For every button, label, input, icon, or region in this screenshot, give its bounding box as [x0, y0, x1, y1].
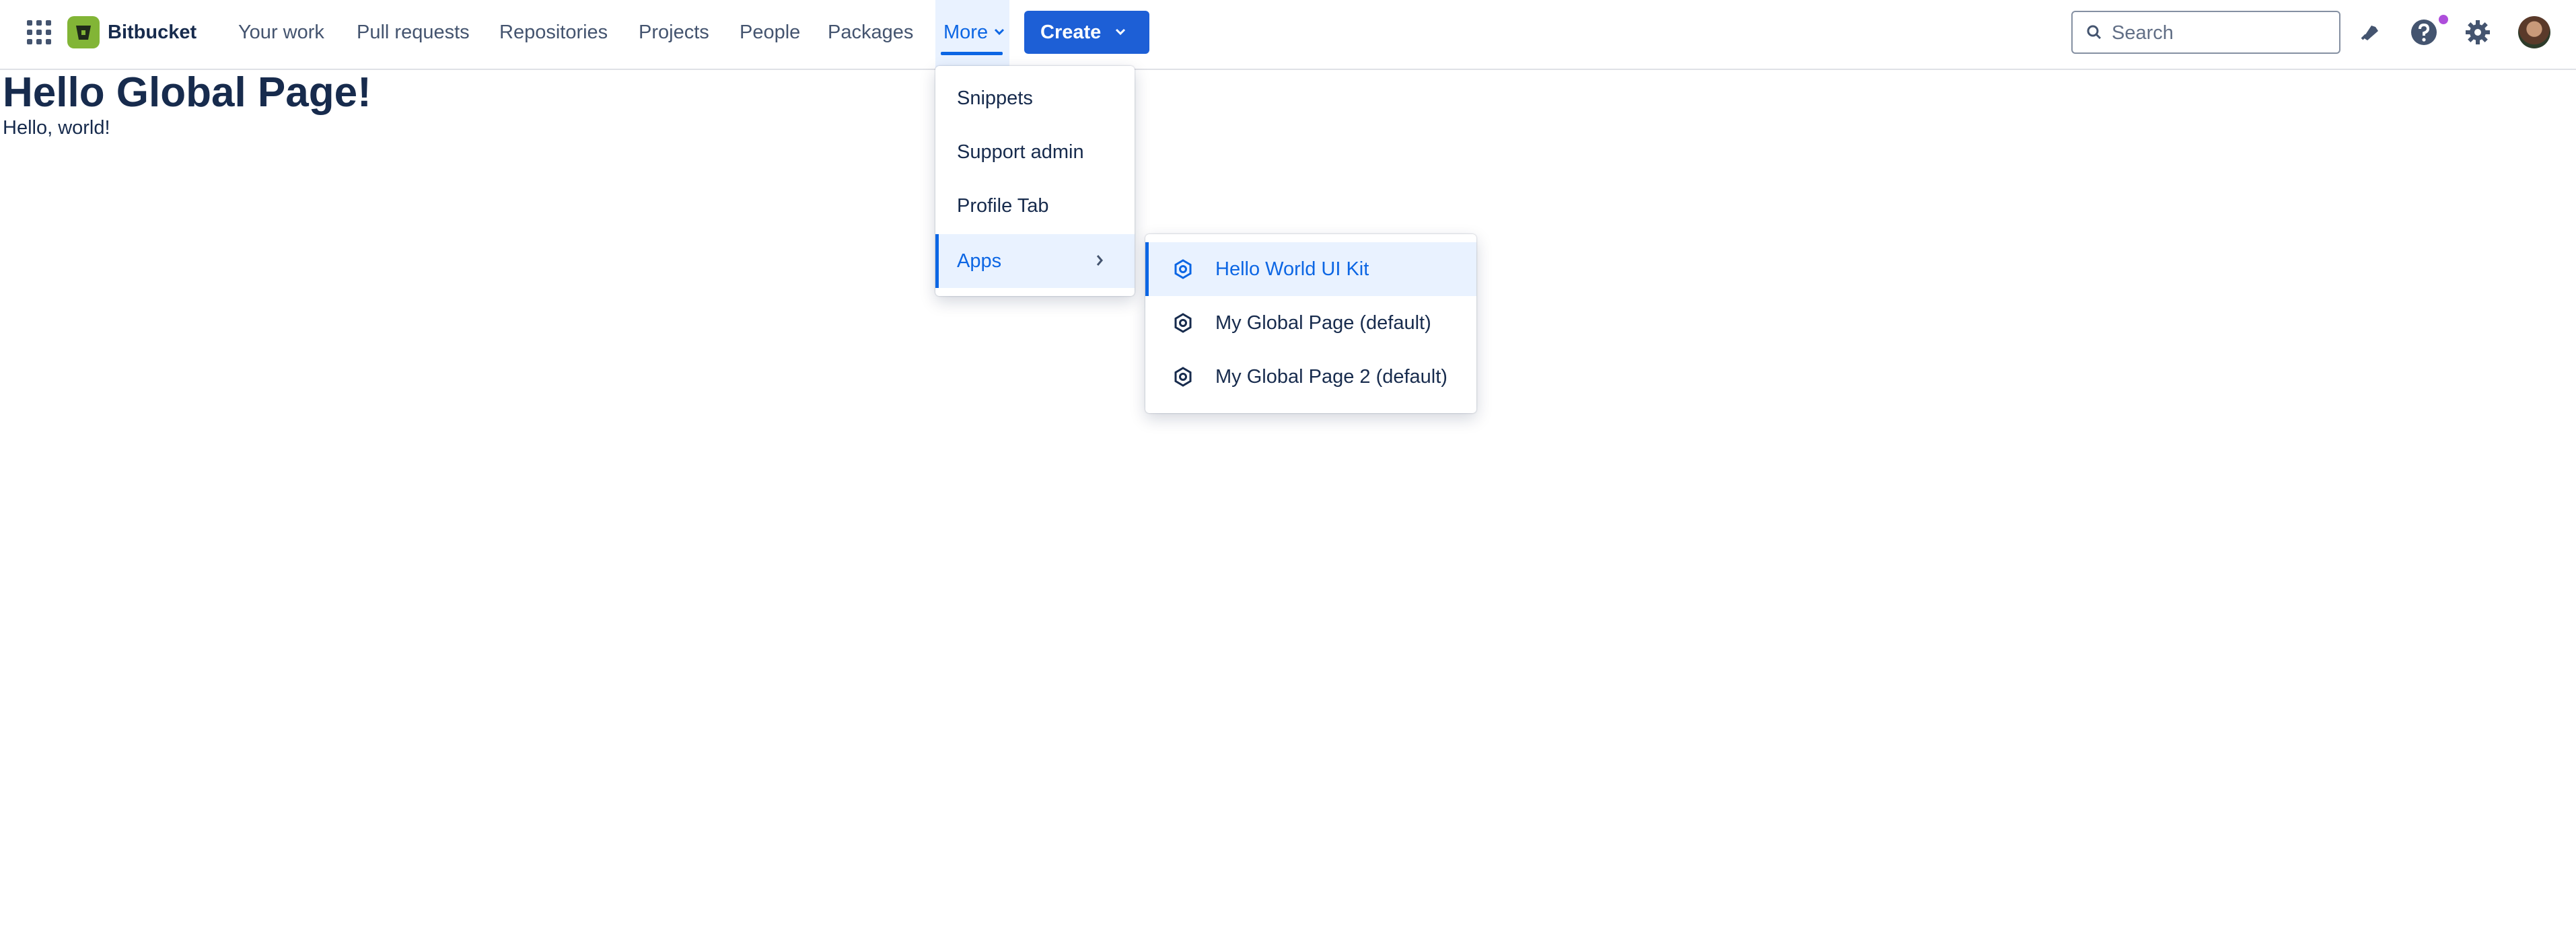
app-switcher-icon[interactable] — [27, 20, 51, 44]
help-icon[interactable] — [2408, 16, 2440, 48]
nav-pull-requests[interactable]: Pull requests — [357, 19, 470, 46]
app-item-label: My Global Page (default) — [1215, 312, 1431, 334]
search-icon — [2087, 25, 2102, 40]
menu-item-support-admin[interactable]: Support admin — [935, 125, 1135, 179]
app-item-label: My Global Page 2 (default) — [1215, 366, 1447, 388]
settings-icon[interactable] — [2462, 16, 2494, 48]
brand-name[interactable]: Bitbucket — [108, 19, 196, 46]
avatar[interactable] — [2518, 16, 2550, 48]
nav-people[interactable]: People — [740, 19, 800, 46]
apps-submenu: Hello World UI Kit My Global Page (defau… — [1145, 234, 1476, 413]
nav-packages[interactable]: Packages — [828, 19, 913, 46]
search-box[interactable] — [2071, 11, 2340, 54]
chevron-down-icon — [1115, 28, 1126, 36]
nav-your-work[interactable]: Your work — [238, 19, 324, 46]
notifications-icon[interactable] — [2354, 16, 2386, 48]
menu-item-profile-tab[interactable]: Profile Tab — [935, 179, 1135, 233]
menu-item-snippets[interactable]: Snippets — [935, 71, 1135, 125]
app-item-hello-world-ui-kit[interactable]: Hello World UI Kit — [1145, 242, 1476, 296]
create-button-label: Create — [1040, 22, 1102, 43]
app-hexagon-icon — [1174, 259, 1192, 279]
page-title: Hello Global Page! — [3, 69, 371, 116]
app-item-my-global-page[interactable]: My Global Page (default) — [1145, 296, 1476, 350]
active-tab-indicator — [941, 52, 1003, 55]
menu-item-label: Snippets — [957, 87, 1033, 109]
nav-repositories[interactable]: Repositories — [499, 19, 608, 46]
menu-item-label: Apps — [957, 250, 1002, 272]
app-item-my-global-page-2[interactable]: My Global Page 2 (default) — [1145, 350, 1476, 404]
more-dropdown-menu: Snippets Support admin Profile Tab Apps — [935, 66, 1135, 296]
nav-more-button[interactable]: More — [935, 0, 1009, 70]
chevron-right-icon — [1096, 255, 1103, 266]
app-hexagon-icon — [1174, 313, 1192, 333]
app-item-label: Hello World UI Kit — [1215, 258, 1369, 280]
create-button[interactable]: Create — [1024, 11, 1149, 54]
app-hexagon-icon — [1174, 367, 1192, 387]
nav-more-label: More — [943, 22, 989, 43]
chevron-down-icon — [994, 28, 1005, 36]
menu-item-apps[interactable]: Apps — [935, 234, 1135, 288]
bitbucket-logo-icon[interactable] — [67, 16, 100, 48]
nav-projects[interactable]: Projects — [639, 19, 709, 46]
search-input[interactable] — [2110, 17, 2328, 48]
menu-item-label: Profile Tab — [957, 195, 1049, 217]
menu-item-label: Support admin — [957, 141, 1084, 163]
top-navigation: Bitbucket Your work Pull requests Reposi… — [0, 0, 2576, 70]
page-body-text: Hello, world! — [3, 117, 110, 139]
notification-dot — [2439, 15, 2448, 24]
